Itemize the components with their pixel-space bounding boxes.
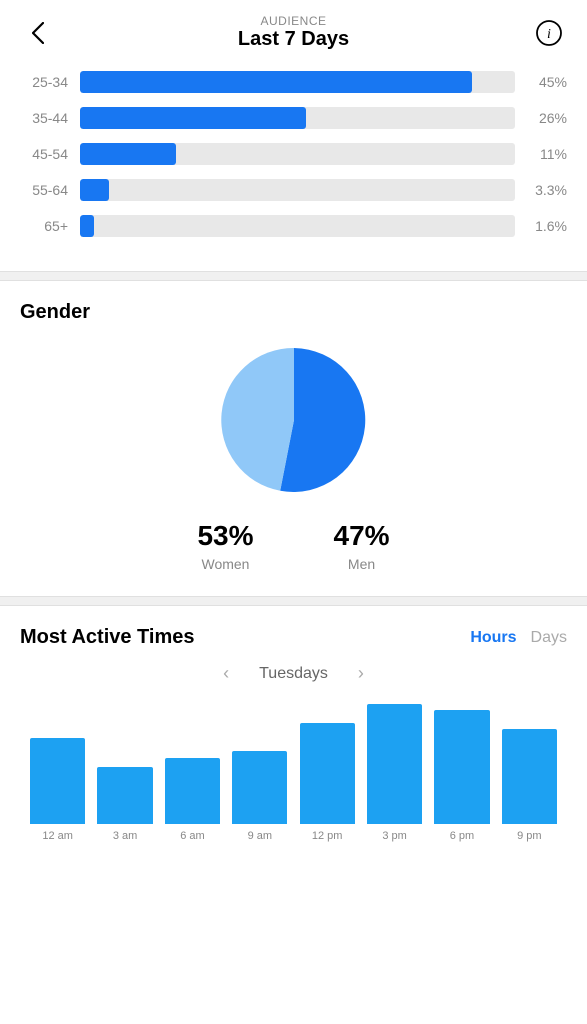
- chart-bar: [434, 710, 489, 824]
- age-bar-fill: [80, 107, 306, 129]
- age-bar-fill: [80, 71, 472, 93]
- header-center: AUDIENCE Last 7 Days: [238, 14, 349, 51]
- age-bar-container: [80, 143, 515, 165]
- gender-chart-area: 53% Women 47% Men: [20, 340, 567, 572]
- chart-x-label: 6 am: [159, 830, 226, 842]
- chart-x-label: 6 pm: [428, 830, 495, 842]
- chart-bar-column: [24, 704, 91, 824]
- toggle-days-button[interactable]: Days: [531, 629, 567, 647]
- age-section: 25-34 45% 35-44 26% 45-54 11% 55-64 3.3%…: [0, 61, 587, 271]
- chart-bar-column: [91, 704, 158, 824]
- chart-x-label: 3 am: [91, 830, 158, 842]
- chart-bar-column: [226, 704, 293, 824]
- age-row: 45-54 11%: [20, 143, 567, 165]
- women-label: Women: [197, 556, 253, 572]
- age-range-label: 35-44: [20, 110, 68, 126]
- active-times-header: Most Active Times Hours Days: [20, 626, 567, 649]
- chart-x-label: 12 am: [24, 830, 91, 842]
- age-row: 65+ 1.6%: [20, 215, 567, 237]
- chart-bar-column: [159, 704, 226, 824]
- age-range-label: 25-34: [20, 74, 68, 90]
- age-bar-container: [80, 179, 515, 201]
- svg-text:i: i: [547, 27, 551, 42]
- men-label: Men: [334, 556, 390, 572]
- time-toggle-group: Hours Days: [470, 629, 567, 647]
- chart-bar: [367, 704, 422, 824]
- active-times-section: Most Active Times Hours Days ‹ Tuesdays …: [0, 606, 587, 852]
- chart-bar: [502, 729, 557, 824]
- chart-x-label: 12 pm: [294, 830, 361, 842]
- men-percentage: 47%: [334, 520, 390, 552]
- age-bar-fill: [80, 143, 176, 165]
- chart-x-label: 9 am: [226, 830, 293, 842]
- gender-title: Gender: [20, 301, 567, 324]
- gender-labels: 53% Women 47% Men: [20, 520, 567, 572]
- info-button[interactable]: i: [531, 15, 567, 51]
- gender-section: Gender 53% Women 47% Men: [0, 281, 587, 596]
- age-bar-container: [80, 107, 515, 129]
- age-percentage: 1.6%: [527, 218, 567, 234]
- active-times-title: Most Active Times: [20, 626, 195, 649]
- chart-x-labels: 12 am3 am6 am9 am12 pm3 pm6 pm9 pm: [20, 830, 567, 842]
- chart-bar: [232, 751, 287, 824]
- chart-bar: [30, 738, 85, 824]
- chart-x-label: 9 pm: [496, 830, 563, 842]
- section-divider-2: [0, 596, 587, 606]
- gender-men-stat: 47% Men: [334, 520, 390, 572]
- header-title: Last 7 Days: [238, 28, 349, 51]
- back-button[interactable]: [20, 15, 56, 51]
- age-range-label: 65+: [20, 218, 68, 234]
- hours-bar-chart: [20, 704, 567, 824]
- section-divider-1: [0, 271, 587, 281]
- age-range-label: 55-64: [20, 182, 68, 198]
- current-day-label: Tuesdays: [259, 665, 328, 683]
- gender-pie-chart: [214, 340, 374, 500]
- age-bar-container: [80, 71, 515, 93]
- header-subtitle: AUDIENCE: [238, 14, 349, 28]
- age-bar-fill: [80, 179, 109, 201]
- chart-bar-column: [428, 704, 495, 824]
- age-bar-container: [80, 215, 515, 237]
- age-row: 55-64 3.3%: [20, 179, 567, 201]
- age-range-label: 45-54: [20, 146, 68, 162]
- header: AUDIENCE Last 7 Days i: [0, 0, 587, 61]
- toggle-hours-button[interactable]: Hours: [470, 629, 516, 647]
- age-row: 35-44 26%: [20, 107, 567, 129]
- chart-bar: [165, 758, 220, 824]
- chart-bar-column: [496, 704, 563, 824]
- chart-bar: [300, 723, 355, 824]
- chart-bar-column: [294, 704, 361, 824]
- next-day-button[interactable]: ›: [358, 663, 364, 684]
- age-row: 25-34 45%: [20, 71, 567, 93]
- age-percentage: 26%: [527, 110, 567, 126]
- day-navigator: ‹ Tuesdays ›: [20, 663, 567, 684]
- age-percentage: 45%: [527, 74, 567, 90]
- chart-bar-column: [361, 704, 428, 824]
- women-percentage: 53%: [197, 520, 253, 552]
- age-percentage: 11%: [527, 146, 567, 162]
- age-percentage: 3.3%: [527, 182, 567, 198]
- prev-day-button[interactable]: ‹: [223, 663, 229, 684]
- gender-women-stat: 53% Women: [197, 520, 253, 572]
- chart-x-label: 3 pm: [361, 830, 428, 842]
- chart-bar: [97, 767, 152, 824]
- age-bar-fill: [80, 215, 94, 237]
